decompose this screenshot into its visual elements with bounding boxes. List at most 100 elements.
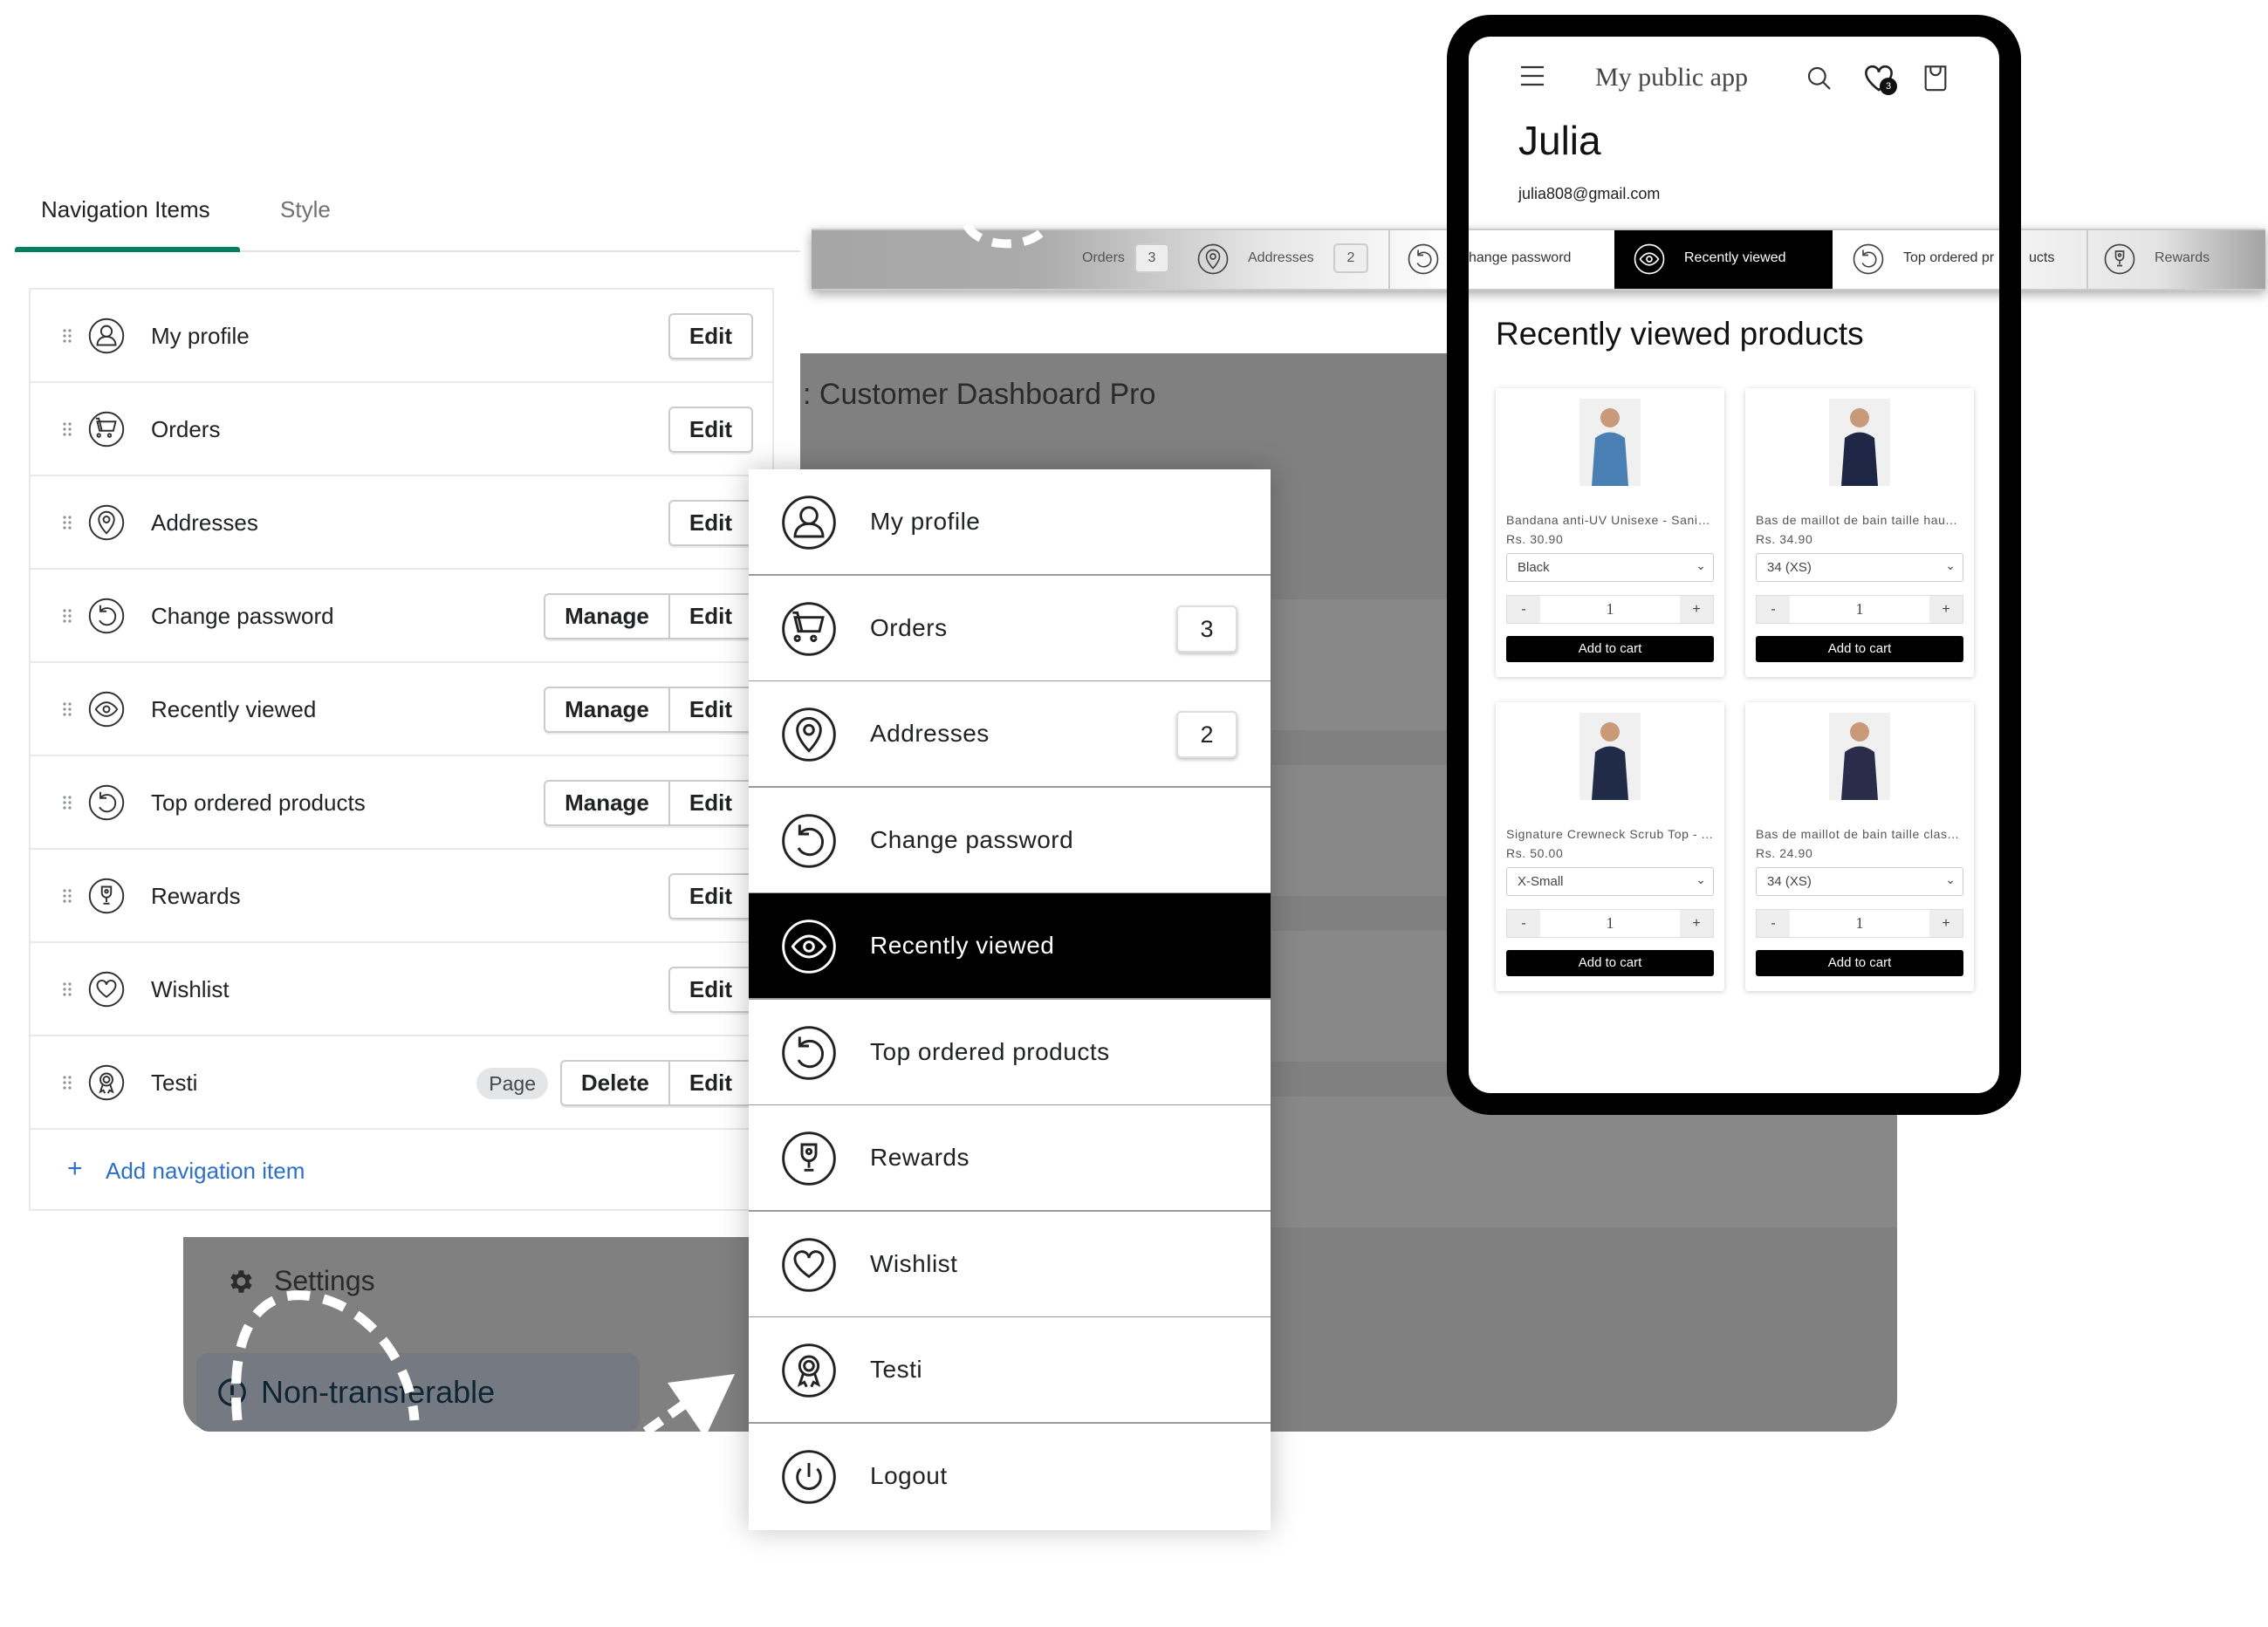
menu-item-rewards[interactable]: Rewards [749,1105,1271,1212]
settings-link[interactable]: Settings [225,1265,375,1297]
quantity-stepper: -1 + [1506,909,1714,938]
orders-count-badge: 3 [1134,243,1169,273]
menu-item-label: Rewards [870,1144,970,1171]
nav-item-label: Addresses [151,509,258,536]
menu-item-testi[interactable]: Testi [749,1317,1271,1424]
menu-item-addresses[interactable]: Addresses 2 [749,681,1271,788]
eye-icon [88,691,125,728]
product-card: Signature Crewneck Scrub Top - ... Rs. 50… [1496,702,1724,991]
product-title[interactable]: Bas de maillot de bain taille hau... [1756,513,1965,527]
strip-tab-label: Orders [1082,250,1125,265]
product-image[interactable] [1829,399,1890,486]
refresh-icon [88,598,125,634]
chevron-down-icon: ⌄ [1696,558,1706,572]
product-title[interactable]: Bas de maillot de bain taille clas... [1756,827,1965,841]
button-group: Edit [668,313,753,359]
award-icon [781,1343,837,1398]
edit-button[interactable]: Edit [668,500,753,546]
drag-handle-icon[interactable] [62,328,72,344]
add-to-cart-button[interactable]: Add to cart [1756,950,1963,976]
tab-style[interactable]: Style [280,196,331,223]
menu-item-label: Orders [870,613,948,641]
quantity-input[interactable]: 1 [1540,910,1680,937]
increase-quantity-button[interactable]: + [1680,910,1713,937]
drag-handle-icon[interactable] [62,608,72,624]
drag-handle-icon[interactable] [62,515,72,530]
drag-handle-icon[interactable] [62,981,72,997]
manage-button[interactable]: Manage [544,780,670,826]
edit-button[interactable]: Edit [668,407,753,453]
wishlist-button[interactable]: 3 [1863,65,1898,99]
tab-navigation-items[interactable]: Navigation Items [41,196,210,223]
product-price: Rs. 30.90 [1506,532,1564,546]
increase-quantity-button[interactable]: + [1680,596,1713,623]
add-to-cart-button[interactable]: Add to cart [1506,636,1714,662]
increase-quantity-button[interactable]: + [1929,910,1963,937]
menu-item-logout[interactable]: Logout [749,1423,1271,1530]
hamburger-menu-icon[interactable] [1519,65,1545,87]
manage-button[interactable]: Manage [544,687,670,733]
edit-button[interactable]: Edit [669,593,753,639]
variant-value: 34 (XS) [1767,874,1812,889]
edit-button[interactable]: Edit [669,780,753,826]
variant-select[interactable]: 34 (XS) ⌄ [1756,553,1963,582]
award-icon [88,1064,125,1101]
edit-button[interactable]: Edit [668,873,753,919]
user-icon [781,495,837,550]
menu-item-orders[interactable]: Orders 3 [749,575,1271,682]
add-to-cart-button[interactable]: Add to cart [1756,636,1963,662]
app-title[interactable]: My public app [1595,63,1748,92]
count-badge: 2 [1176,711,1237,758]
product-image[interactable] [1829,713,1890,800]
drag-handle-icon[interactable] [62,701,72,717]
nav-item-row: Testi Page Delete Edit [31,1036,772,1130]
decrease-quantity-button[interactable]: - [1507,910,1540,937]
product-title[interactable]: Signature Crewneck Scrub Top - ... [1506,827,1716,841]
variant-select[interactable]: 34 (XS) ⌄ [1756,867,1963,896]
product-image[interactable] [1579,399,1641,486]
product-card: Bas de maillot de bain taille clas... Rs.… [1745,702,1974,991]
edit-button[interactable]: Edit [669,1060,753,1106]
variant-select[interactable]: X-Small ⌄ [1506,867,1714,896]
increase-quantity-button[interactable]: + [1929,596,1963,623]
nav-item-row: Rewards Edit [31,850,772,943]
menu-item-label: Addresses [870,720,990,747]
quantity-input[interactable]: 1 [1540,596,1680,623]
decrease-quantity-button[interactable]: - [1507,596,1540,623]
menu-item-change-password[interactable]: Change password [749,787,1271,894]
refresh-icon [88,784,125,821]
quantity-input[interactable]: 1 [1790,910,1929,937]
product-title[interactable]: Bandana anti-UV Unisexe - Sanib... [1506,513,1716,527]
delete-button[interactable]: Delete [559,1060,670,1106]
search-icon[interactable] [1805,65,1833,92]
drag-handle-icon[interactable] [62,1075,72,1090]
variant-select[interactable]: Black ⌄ [1506,553,1714,582]
refresh-icon [781,1025,837,1081]
cart-icon [88,411,125,448]
add-to-cart-button[interactable]: Add to cart [1506,950,1714,976]
menu-item-recently-viewed[interactable]: Recently viewed [749,893,1271,1000]
quantity-stepper: -1 + [1506,595,1714,624]
drag-handle-icon[interactable] [62,888,72,904]
drag-handle-icon[interactable] [62,795,72,810]
edit-button[interactable]: Edit [668,967,753,1013]
decrease-quantity-button[interactable]: - [1757,596,1790,623]
product-image[interactable] [1579,713,1641,800]
button-group: Manage Edit [544,687,753,733]
menu-item-top-ordered-products[interactable]: Top ordered products [749,999,1271,1106]
cart-bag-icon[interactable] [1922,63,1949,92]
quantity-input[interactable]: 1 [1790,596,1929,623]
manage-button[interactable]: Manage [544,593,670,639]
nav-item-label: Testi [151,1070,198,1096]
edit-button[interactable]: Edit [669,687,753,733]
variant-value: Black [1518,560,1550,575]
menu-item-my-profile[interactable]: My profile [749,469,1271,576]
page-badge: Page [476,1068,548,1099]
edit-button[interactable]: Edit [668,313,753,359]
add-navigation-item-button[interactable]: + Add navigation item [31,1130,772,1213]
strip-tab-recently-viewed[interactable]: Recently viewed [1614,230,1833,289]
menu-item-wishlist[interactable]: Wishlist [749,1211,1271,1318]
variant-value: 34 (XS) [1767,560,1812,575]
decrease-quantity-button[interactable]: - [1757,910,1790,937]
drag-handle-icon[interactable] [62,421,72,437]
